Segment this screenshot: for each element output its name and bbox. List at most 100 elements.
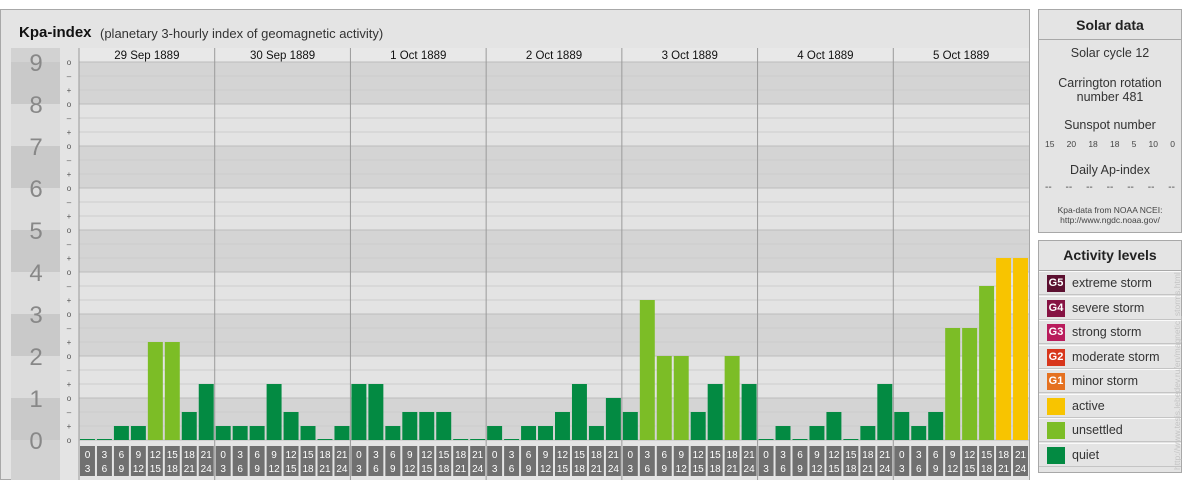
interval-start-label: 3 [645, 450, 651, 461]
sub-tick-label: + [67, 128, 72, 137]
activity-levels-panel: Activity levels G5 extreme storm G4 severe … [1038, 240, 1182, 473]
ap-index-value: -- [1086, 182, 1093, 193]
interval-end-label: 24 [608, 464, 620, 475]
sub-tick-label: – [67, 198, 72, 207]
legend-item: G1 minor storm [1039, 369, 1181, 393]
interval-end-label: 12 [404, 464, 416, 475]
kpa-bar [962, 327, 978, 440]
interval-start-label: 0 [492, 450, 498, 461]
sub-tick-label: – [67, 282, 72, 291]
kpa-bar [928, 411, 944, 440]
interval-start-label: 0 [220, 450, 226, 461]
kpa-bar [181, 411, 197, 440]
interval-start-label: 9 [136, 450, 142, 461]
kpa-bar [639, 300, 655, 440]
day-label: 2 Oct 1889 [526, 50, 582, 62]
interval-end-label: 12 [540, 464, 552, 475]
interval-start-label: 12 [150, 450, 162, 461]
interval-end-label: 21 [591, 464, 603, 475]
sub-tick-label: – [67, 114, 72, 123]
interval-end-label: 3 [763, 464, 769, 475]
interval-end-label: 9 [390, 464, 396, 475]
chart-subtitle: (planetary 3-hourly index of geomagnetic… [100, 26, 384, 41]
ap-index-title: Daily Ap-index [1070, 163, 1150, 177]
interval-end-label: 3 [85, 464, 91, 475]
sub-tick-label: o [67, 394, 72, 403]
interval-end-label: 9 [661, 464, 667, 475]
sub-tick-label: – [67, 408, 72, 417]
interval-end-label: 15 [421, 464, 433, 475]
kpa-bar [1013, 258, 1028, 440]
y-tick-label: 0 [29, 428, 42, 455]
interval-start-label: 9 [950, 450, 956, 461]
kpa-bar [368, 384, 384, 440]
kpa-bar [385, 426, 401, 440]
kpa-bar [113, 426, 129, 440]
activity-band [79, 272, 1029, 314]
ap-index-value: -- [1045, 182, 1052, 193]
interval-end-label: 9 [933, 464, 939, 475]
interval-start-label: 9 [407, 450, 413, 461]
interval-start-label: 21 [336, 450, 348, 461]
interval-end-label: 18 [438, 464, 450, 475]
y-tick-label: 9 [29, 50, 42, 77]
interval-end-label: 6 [509, 464, 515, 475]
legend-swatch: G4 [1047, 299, 1065, 317]
interval-end-label: 6 [780, 464, 786, 475]
kpa-chart-panel: Kpa-index (planetary 3-hourly index of g… [0, 9, 1030, 480]
activity-band [79, 188, 1029, 230]
legend-label: quiet [1072, 447, 1100, 462]
interval-end-label: 24 [201, 464, 213, 475]
sub-tick-label: + [67, 380, 72, 389]
legend-label: severe storm [1072, 300, 1145, 315]
interval-start-label: 9 [543, 450, 549, 461]
kpa-bar [894, 411, 910, 440]
y-tick-label: 3 [29, 302, 42, 329]
kpa-bar [571, 384, 587, 440]
activity-band [79, 146, 1029, 188]
activity-band [79, 230, 1029, 272]
interval-start-label: 21 [608, 450, 620, 461]
kpa-bar [130, 426, 146, 440]
sunspot-title: Sunspot number [1064, 118, 1156, 132]
kpa-bar [860, 426, 876, 440]
interval-start-label: 15 [302, 450, 314, 461]
kpa-bar [809, 426, 825, 440]
interval-end-label: 15 [693, 464, 705, 475]
kpa-bar [911, 426, 927, 440]
legend-swatch: G2 [1047, 348, 1065, 366]
sub-tick-label: o [67, 142, 72, 151]
interval-end-label: 21 [998, 464, 1010, 475]
kpa-bar [453, 439, 469, 440]
sub-tick-label: + [67, 422, 72, 431]
data-source-line1: Kpa-data from NOAA NCEI: [1057, 205, 1163, 215]
kpa-bar [402, 411, 418, 440]
kpa-bar [826, 411, 842, 440]
kpa-bar [605, 398, 621, 440]
ap-index-value: -- [1065, 182, 1073, 193]
kpa-bar [317, 439, 333, 440]
interval-start-label: 6 [254, 450, 260, 461]
kpa-bar [673, 356, 689, 440]
data-source-line2: http://www.ngdc.noaa.gov/ [1060, 215, 1160, 225]
kpa-bar [198, 384, 214, 440]
kpa-bar [283, 411, 299, 440]
sub-tick-label: o [67, 100, 72, 109]
credit-text: http://www.tesis.lebedev.ru/en/magnetic_… [1172, 272, 1182, 470]
interval-start-label: 18 [184, 450, 196, 461]
interval-start-label: 6 [797, 450, 803, 461]
legend-item: G3 strong storm [1039, 320, 1181, 344]
interval-end-label: 3 [492, 464, 498, 475]
sub-tick-label: o [67, 268, 72, 277]
sub-tick-label: + [67, 170, 72, 179]
kpa-bar [232, 426, 248, 440]
kpa-bar [521, 426, 537, 440]
sub-tick-label: – [67, 240, 72, 249]
kpa-bar [487, 426, 503, 440]
kpa-bar [996, 258, 1012, 440]
kpa-bar [164, 342, 180, 440]
interval-end-label: 18 [710, 464, 722, 475]
sub-tick-label: – [67, 72, 72, 81]
interval-end-label: 6 [237, 464, 243, 475]
day-label: 4 Oct 1889 [797, 50, 853, 62]
